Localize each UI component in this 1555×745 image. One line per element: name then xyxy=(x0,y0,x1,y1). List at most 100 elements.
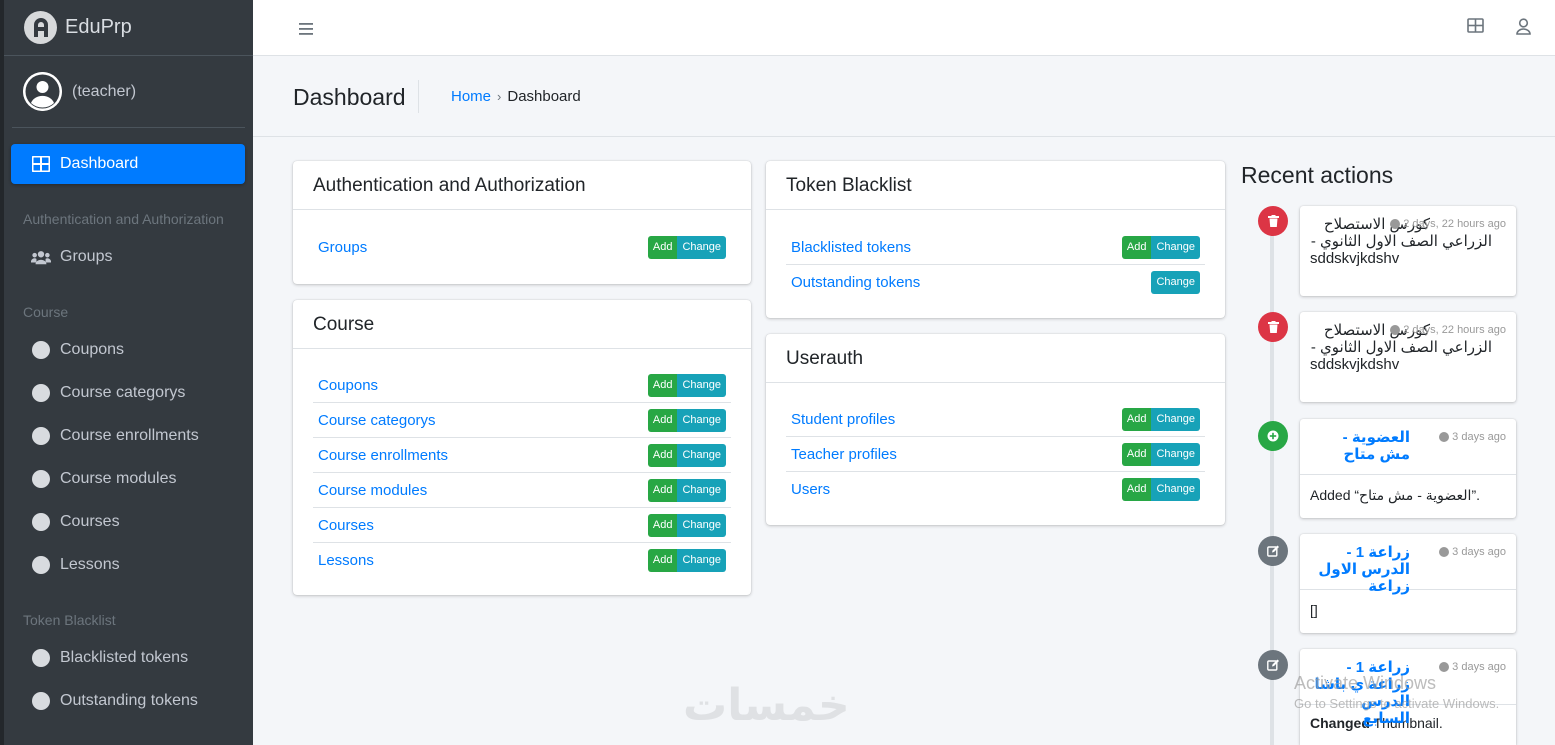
change-button[interactable]: Change xyxy=(677,236,726,259)
sidebar-item-outstanding-tokens[interactable]: Outstanding tokens xyxy=(11,681,245,721)
recent-action-item: 3 days ago زراعة 1 - الدرس الاول زراعة [… xyxy=(1300,534,1516,633)
recent-action-item: 2 days, 22 hours ago كورس الاستصلاح الزر… xyxy=(1300,206,1516,296)
model-row-blacklisted-tokens: Blacklisted tokens Add Change xyxy=(786,230,1205,265)
model-link-teacher-profiles[interactable]: Teacher profiles xyxy=(791,446,897,463)
model-link-users[interactable]: Users xyxy=(791,481,830,498)
sidebar-item-groups[interactable]: Groups xyxy=(11,237,245,277)
timestamp: 3 days ago xyxy=(1439,661,1506,673)
action-subtitle: sddskvjkdshv xyxy=(1310,356,1400,373)
add-button[interactable]: Add xyxy=(1121,235,1152,259)
model-link-groups[interactable]: Groups xyxy=(318,239,367,256)
circle-icon xyxy=(31,384,51,402)
change-button[interactable]: Change xyxy=(677,373,726,397)
model-row-student-profiles: Student profiles Add Change xyxy=(786,402,1205,437)
action-title-link[interactable]: العضوية - مش متاح xyxy=(1310,429,1410,463)
sidebar-item-label: Course categorys xyxy=(60,384,186,401)
change-button[interactable]: Change xyxy=(677,478,726,502)
change-button[interactable]: Change xyxy=(1151,442,1200,466)
model-row-outstanding-tokens: Outstanding tokens Change xyxy=(786,265,1205,300)
sidebar-item-course-categorys[interactable]: Course categorys xyxy=(11,373,245,413)
change-button[interactable]: Change xyxy=(677,408,726,432)
model-link-course-enrollments[interactable]: Course enrollments xyxy=(318,447,448,464)
sidebar-item-label: Blacklisted tokens xyxy=(60,649,189,666)
add-button[interactable]: Add xyxy=(1121,407,1152,431)
dashboard-icon xyxy=(31,156,51,172)
change-button[interactable]: Change xyxy=(677,549,726,572)
sidebar-item-label: Outstanding tokens xyxy=(60,692,198,709)
change-button[interactable]: Change xyxy=(1151,271,1200,294)
add-button[interactable]: Add xyxy=(647,549,678,572)
clock-icon xyxy=(1439,662,1450,672)
circle-icon xyxy=(31,556,51,574)
add-button[interactable]: Add xyxy=(647,373,678,397)
clock-icon xyxy=(1390,219,1401,229)
model-link-blacklisted-tokens[interactable]: Blacklisted tokens xyxy=(791,239,911,256)
model-link-student-profiles[interactable]: Student profiles xyxy=(791,411,895,428)
brand-name: EduPrp xyxy=(65,16,132,38)
circle-icon xyxy=(31,427,51,445)
app-card-title: Authentication and Authorization xyxy=(293,161,751,210)
add-button[interactable]: Add xyxy=(647,236,678,259)
user-name: (teacher) xyxy=(72,82,137,100)
sidebar-header-auth: Authentication and Authorization xyxy=(23,211,224,227)
user-panel[interactable]: (teacher) xyxy=(12,56,245,128)
grid-icon[interactable] xyxy=(1467,18,1484,38)
top-navbar xyxy=(253,0,1555,56)
action-body: [] xyxy=(1300,589,1516,630)
add-button[interactable]: Add xyxy=(647,513,678,537)
action-subtitle: الزراعي الصف الاول الثانوي - xyxy=(1310,233,1492,250)
sidebar-item-label: Coupons xyxy=(60,341,125,358)
add-circle-icon xyxy=(1258,421,1288,451)
sidebar-item-coupons[interactable]: Coupons xyxy=(11,330,245,370)
user-avatar-icon xyxy=(23,72,62,111)
change-button[interactable]: Change xyxy=(1151,235,1200,259)
sidebar-item-course-enrollments[interactable]: Course enrollments xyxy=(11,416,245,456)
model-link-courses[interactable]: Courses xyxy=(318,517,374,534)
add-button[interactable]: Add xyxy=(647,478,678,502)
model-link-lessons[interactable]: Lessons xyxy=(318,552,374,569)
model-row-teacher-profiles: Teacher profiles Add Change xyxy=(786,437,1205,472)
add-button[interactable]: Add xyxy=(647,408,678,432)
brand-logo-icon xyxy=(24,11,57,44)
add-button[interactable]: Add xyxy=(1121,478,1152,501)
model-row-course-enrollments: Course enrollments Add Change xyxy=(313,438,731,473)
clock-icon xyxy=(1439,432,1450,442)
content-header: Dashboard Home › Dashboard xyxy=(253,56,1555,137)
timestamp: 2 days, 22 hours ago xyxy=(1390,324,1506,336)
sidebar-item-label: Groups xyxy=(60,248,113,265)
user-icon[interactable] xyxy=(1516,18,1531,40)
sidebar: EduPrp (teacher) Dashboard Authenticatio… xyxy=(0,0,253,745)
timestamp: 3 days ago xyxy=(1439,546,1506,558)
page-title: Dashboard xyxy=(293,84,406,110)
model-row-course-categorys: Course categorys Add Change xyxy=(313,403,731,438)
change-button[interactable]: Change xyxy=(1151,407,1200,431)
change-button[interactable]: Change xyxy=(677,443,726,467)
sidebar-item-dashboard[interactable]: Dashboard xyxy=(11,144,245,184)
users-icon xyxy=(31,249,51,265)
sidebar-item-course-modules[interactable]: Course modules xyxy=(11,459,245,499)
model-link-outstanding-tokens[interactable]: Outstanding tokens xyxy=(791,274,920,291)
circle-icon xyxy=(31,692,51,710)
sidebar-item-lessons[interactable]: Lessons xyxy=(11,545,245,585)
app-card-title: Token Blacklist xyxy=(766,161,1225,210)
breadcrumb-home-link[interactable]: Home xyxy=(451,88,491,105)
activate-windows-overlay: Activate Windows Go to Settings to activ… xyxy=(1294,673,1499,711)
model-link-course-modules[interactable]: Course modules xyxy=(318,482,427,499)
sidebar-item-courses[interactable]: Courses xyxy=(11,502,245,542)
model-link-course-categorys[interactable]: Course categorys xyxy=(318,412,436,429)
model-row-course-modules: Course modules Add Change xyxy=(313,473,731,508)
add-button[interactable]: Add xyxy=(647,443,678,467)
sidebar-item-label: Course modules xyxy=(60,470,177,487)
brand-link[interactable]: EduPrp xyxy=(0,0,253,56)
change-button[interactable]: Change xyxy=(1151,478,1200,501)
timestamp: 2 days, 22 hours ago xyxy=(1390,218,1506,230)
menu-toggle-icon[interactable] xyxy=(299,18,313,41)
circle-icon xyxy=(31,513,51,531)
sidebar-item-label: Dashboard xyxy=(60,155,139,172)
sidebar-item-blacklisted-tokens[interactable]: Blacklisted tokens xyxy=(11,638,245,678)
add-button[interactable]: Add xyxy=(1121,442,1152,466)
recent-action-item: 3 days ago العضوية - مش متاح Added “العض… xyxy=(1300,419,1516,518)
model-link-coupons[interactable]: Coupons xyxy=(318,377,378,394)
change-button[interactable]: Change xyxy=(677,513,726,537)
action-title-link[interactable]: زراعة 1 - الدرس الاول زراعة xyxy=(1310,544,1410,595)
